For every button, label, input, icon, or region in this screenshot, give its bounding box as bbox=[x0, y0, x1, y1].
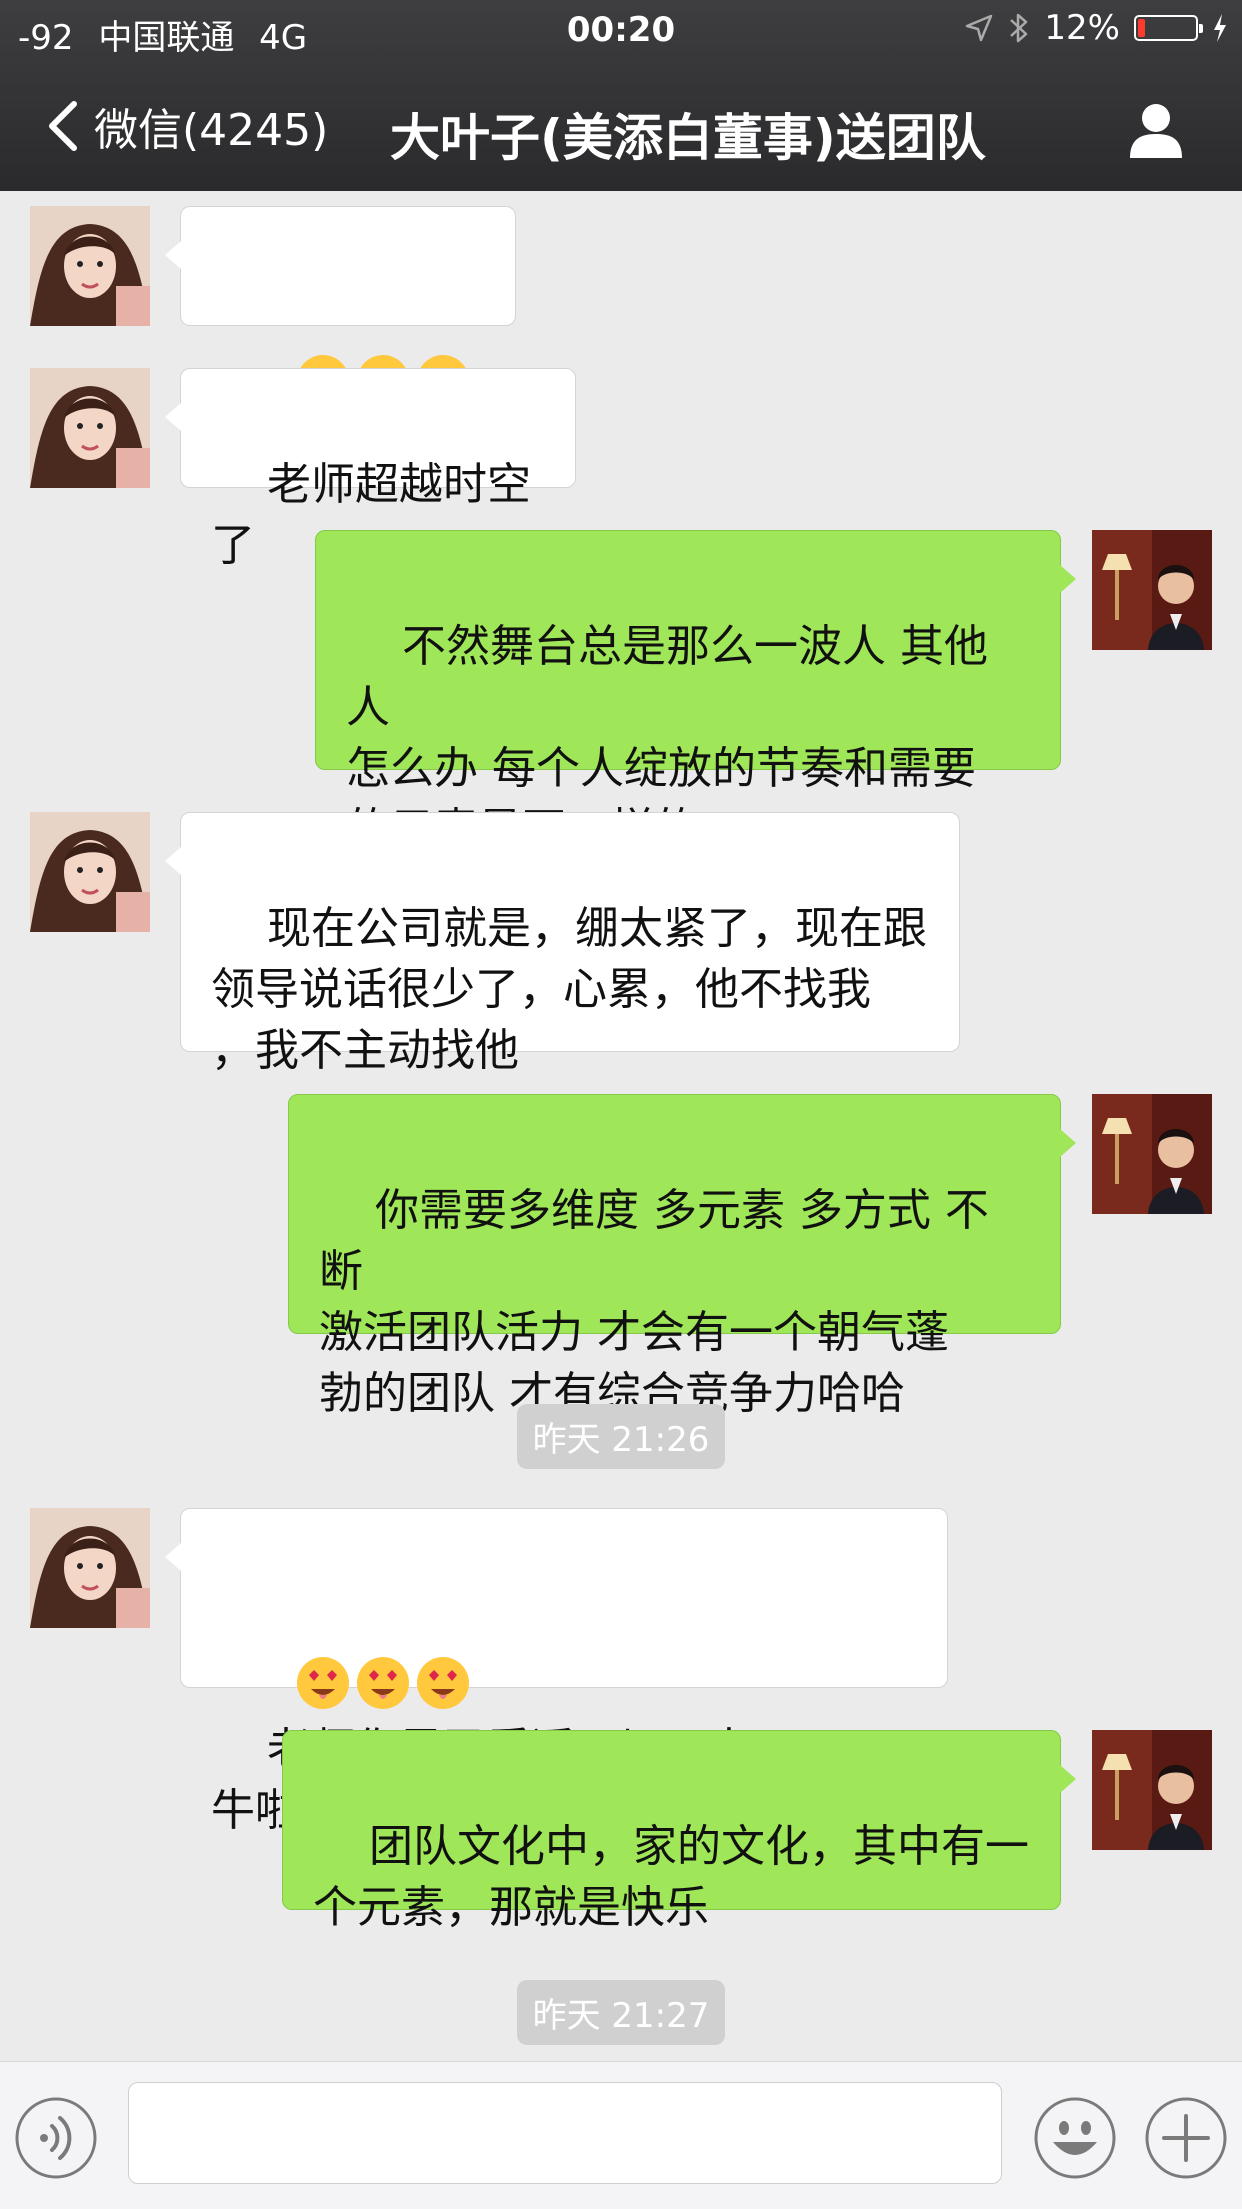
charging-icon bbox=[1214, 14, 1226, 42]
user-avatar[interactable] bbox=[1092, 530, 1212, 650]
chat-title: 大叶子(美添白董事)送团队 bbox=[390, 109, 986, 167]
battery-percent: 12% bbox=[1044, 8, 1120, 48]
status-right: 12% bbox=[964, 8, 1228, 48]
user-avatar[interactable] bbox=[1092, 1094, 1212, 1214]
profile-icon[interactable] bbox=[1124, 98, 1188, 162]
contact-avatar[interactable] bbox=[30, 206, 150, 326]
battery-icon bbox=[1134, 15, 1203, 41]
chevron-left-icon bbox=[49, 101, 77, 151]
chat-area[interactable]: 哇塞 老师超越时空了 不然舞台总是那么一波人 其他人 怎么办 每个人绽放的节奏和… bbox=[0, 191, 1242, 2061]
battery-fill bbox=[1138, 19, 1145, 37]
message-text: 现在公司就是，绷太紧了，现在跟 领导说话很少了，心累，他不找我 ，我不主动找他 bbox=[211, 903, 927, 1076]
plus-icon[interactable] bbox=[1144, 2096, 1228, 2180]
message-bubble-incoming[interactable]: 现在公司就是，绷太紧了，现在跟 领导说话很少了，心累，他不找我 ，我不主动找他 bbox=[165, 812, 960, 1076]
message-bubble-outgoing[interactable]: 你需要多维度 多元素 多方式 不断 激活团队活力 才会有一个朝气蓬 勃的团队 才… bbox=[288, 1094, 1076, 1419]
timestamp: 昨天 21:26 bbox=[0, 1404, 1242, 1469]
back-label: 微信(4245) bbox=[94, 105, 329, 156]
location-icon bbox=[966, 14, 993, 42]
message-text: 团队文化中，家的文化，其中有一 个元素，那就是快乐 bbox=[313, 1821, 1029, 1933]
timestamp-label: 昨天 21:26 bbox=[516, 1404, 726, 1469]
heart-eyes-emoji-icon bbox=[416, 1657, 469, 1709]
message-text: 你需要多维度 多元素 多方式 不断 激活团队活力 才会有一个朝气蓬 勃的团队 才… bbox=[319, 1185, 989, 1419]
message-bubble-outgoing[interactable]: 不然舞台总是那么一波人 其他人 怎么办 每个人绽放的节奏和需要 的元素是不一样的 bbox=[315, 530, 1076, 855]
top-bar: -92 中国联通 4G 00:20 12% 微信(4245) 大叶子(美添白董事… bbox=[0, 0, 1242, 191]
timestamp-label: 昨天 21:27 bbox=[516, 1980, 726, 2045]
user-avatar[interactable] bbox=[1092, 1730, 1212, 1850]
message-bubble-outgoing[interactable]: 团队文化中，家的文化，其中有一 个元素，那就是快乐 bbox=[282, 1730, 1076, 1933]
status-bar: -92 中国联通 4G 00:20 12% bbox=[0, 0, 1242, 64]
heart-eyes-emoji-icon bbox=[356, 1657, 409, 1709]
contact-avatar[interactable] bbox=[30, 368, 150, 488]
message-bubble-incoming[interactable]: 哇塞 bbox=[165, 206, 516, 473]
voice-mode-icon[interactable] bbox=[14, 2096, 98, 2180]
message-input[interactable] bbox=[128, 2082, 1002, 2184]
message-bubble-incoming[interactable]: 老师超越时空了 bbox=[165, 368, 576, 571]
back-button[interactable]: 微信(4245) bbox=[38, 94, 328, 158]
contact-avatar[interactable] bbox=[30, 1508, 150, 1628]
bluetooth-icon bbox=[1010, 13, 1028, 43]
input-bar bbox=[0, 2061, 1242, 2209]
nav-bar: 微信(4245) 大叶子(美添白董事)送团队 bbox=[0, 64, 1242, 191]
heart-eyes-emoji-icon bbox=[296, 1657, 349, 1709]
timestamp: 昨天 21:27 bbox=[0, 1980, 1242, 2045]
contact-avatar[interactable] bbox=[30, 812, 150, 932]
emoji-icon[interactable] bbox=[1033, 2096, 1117, 2180]
message-bubble-incoming[interactable]: 老师你早已看透一切，太 牛啦 bbox=[165, 1508, 948, 1836]
